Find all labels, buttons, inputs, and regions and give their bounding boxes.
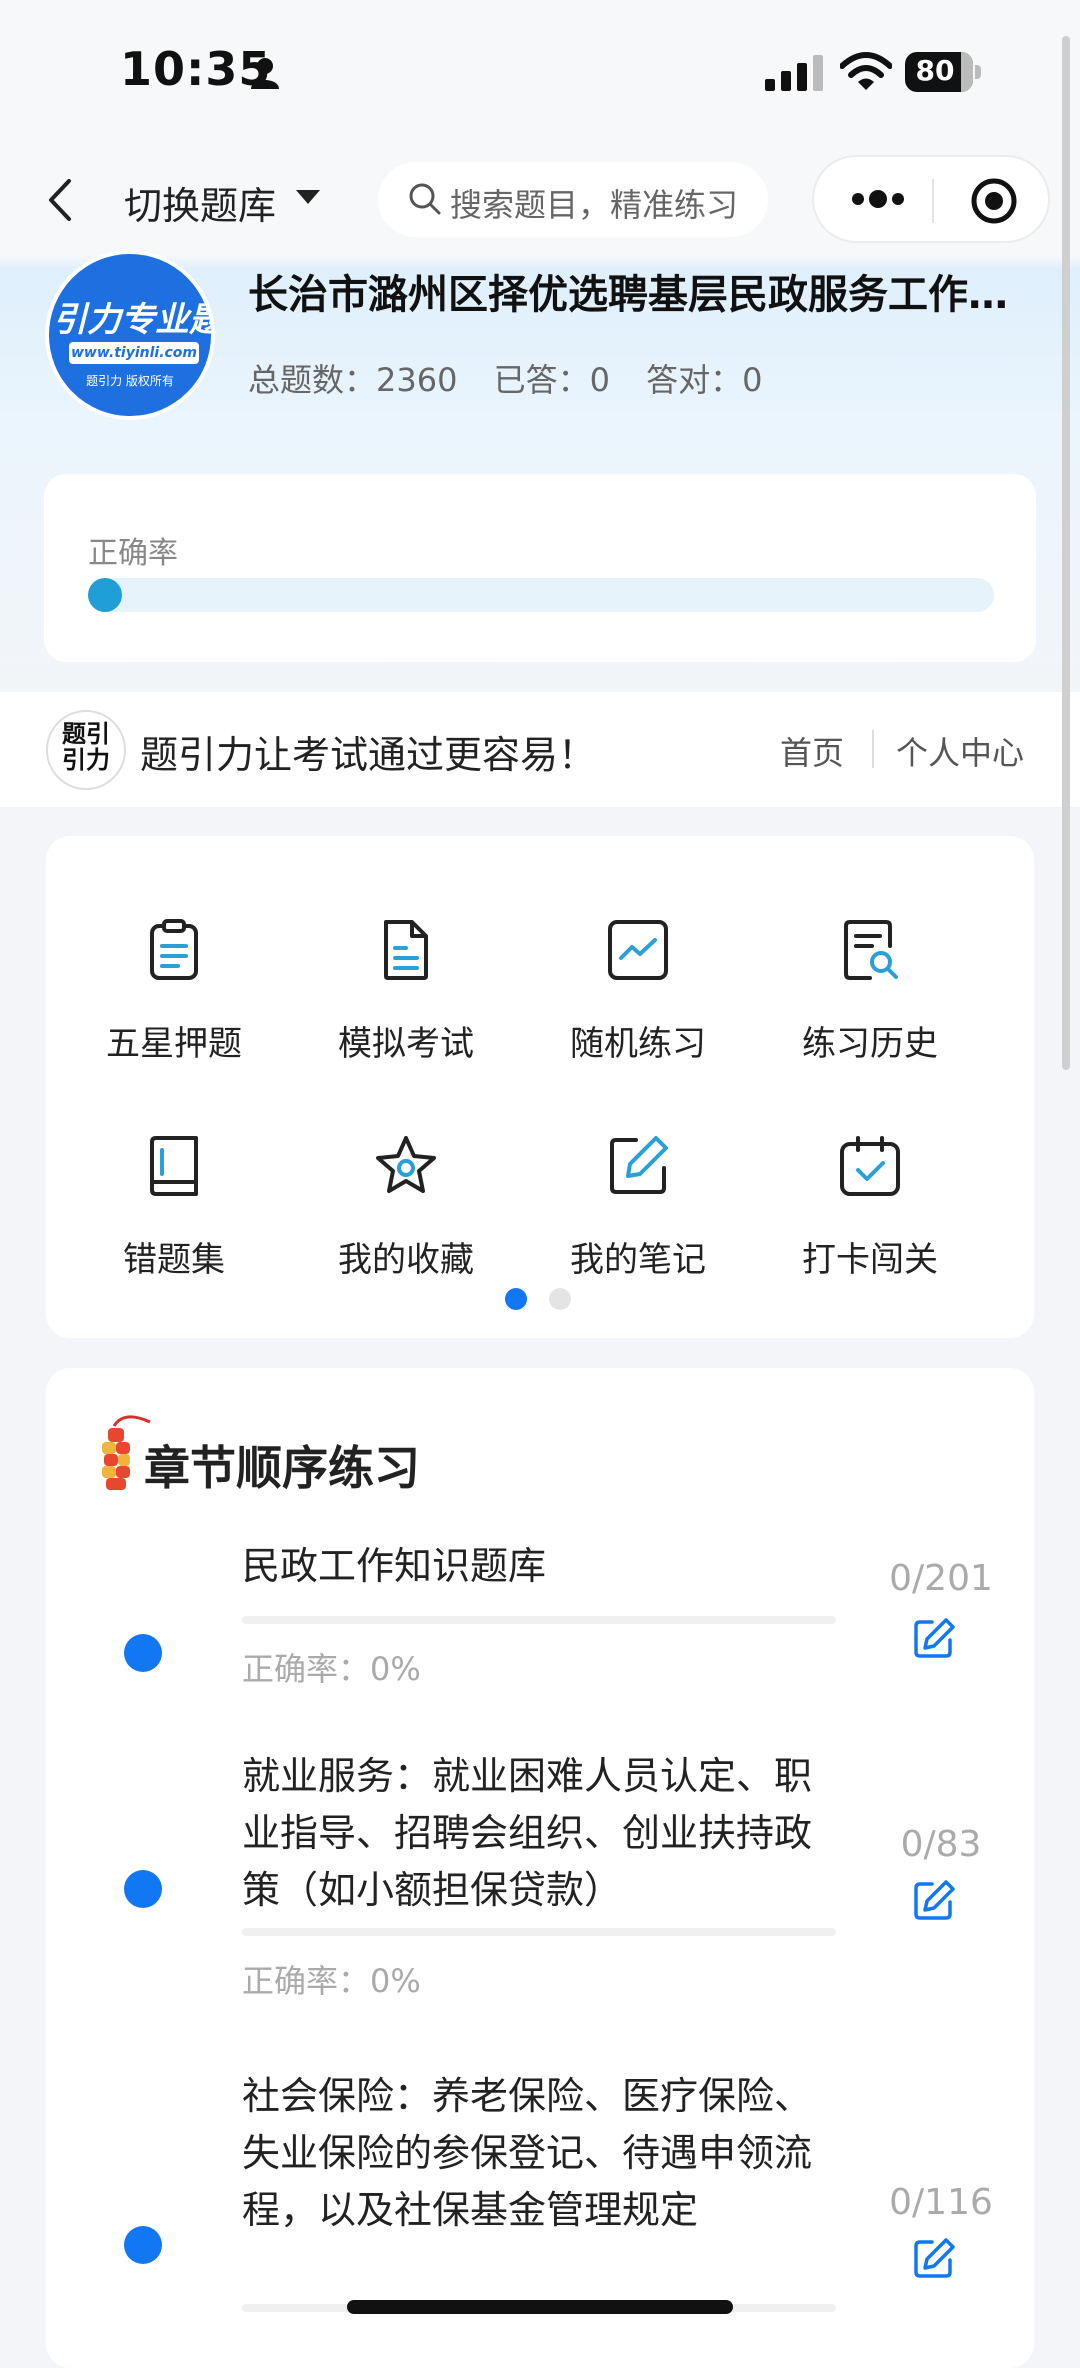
feature-wrong-set[interactable]: 错题集 <box>54 1072 294 1280</box>
chapter-item[interactable]: 就业服务：就业困难人员认定、职业指导、招聘会组织、创业扶持政策（如小额担保贷款）… <box>46 1748 1034 2048</box>
chapter-bullet <box>124 2226 162 2264</box>
feature-label: 我的收藏 <box>338 1240 474 1280</box>
clipboard-icon <box>150 919 198 980</box>
library-stats: 总题数：2360 已答：0 答对：0 <box>248 355 789 401</box>
chapter-rate: 正确率：0% <box>242 1962 421 2000</box>
book-icon <box>150 1136 198 1196</box>
caret-down-icon[interactable] <box>294 188 322 206</box>
brand-logo-line2: 引力 <box>62 746 110 774</box>
feature-label: 五星押题 <box>106 1024 242 1064</box>
history-search-icon <box>844 920 898 980</box>
library-title: 长治市潞州区择优选聘基层民政服务工作者考试题库 <box>248 272 1028 318</box>
chapter-item[interactable]: 社会保险：养老保险、医疗保险、失业保险的参保登记、待遇申领流程，以及社保基金管理… <box>46 2068 1034 2368</box>
chapter-name: 社会保险：养老保险、医疗保险、失业保险的参保登记、待遇申领流程，以及社保基金管理… <box>242 2074 813 2232</box>
stat-total: 总题数：2360 <box>248 361 458 399</box>
chapter-name: 就业服务：就业困难人员认定、职业指导、招聘会组织、创业扶持政策（如小额担保贷款） <box>242 1754 813 1912</box>
nav-bar: 切换题库 搜索题目，精准练习 <box>0 150 1080 260</box>
chapter-rate: 正确率：0% <box>242 1650 421 1688</box>
stat-correct: 答对：0 <box>646 361 763 399</box>
chapter-item[interactable]: 民政工作知识题库 正确率：0% 0/201 <box>46 1538 1034 1738</box>
capsule-divider <box>932 179 934 223</box>
home-indicator[interactable] <box>347 2300 733 2314</box>
edit-icon[interactable] <box>912 1878 956 1922</box>
feature-label: 随机练习 <box>570 1024 706 1064</box>
search-icon <box>409 183 441 215</box>
feature-label: 我的笔记 <box>570 1240 706 1280</box>
wifi-icon <box>840 52 892 90</box>
edit-icon[interactable] <box>912 1616 956 1660</box>
home-link[interactable]: 首页 <box>780 728 844 774</box>
page-dot-active[interactable] <box>505 1288 527 1310</box>
edit-icon[interactable] <box>912 2236 956 2280</box>
feature-notes[interactable]: 我的笔记 <box>518 1072 758 1280</box>
more-icon[interactable] <box>850 187 906 211</box>
chart-icon <box>608 920 668 980</box>
back-icon[interactable] <box>45 175 75 225</box>
search-placeholder: 搜索题目，精准练习 <box>450 186 739 224</box>
feature-history[interactable]: 练习历史 <box>750 856 990 1064</box>
slogan: 题引力让考试通过更容易！ <box>140 733 597 777</box>
person-icon <box>251 58 279 89</box>
status-time: 10:35 <box>120 42 272 96</box>
accuracy-label: 正确率 <box>88 536 178 571</box>
document-icon <box>384 920 428 980</box>
accuracy-progress-fill <box>88 578 122 612</box>
chapter-name: 民政工作知识题库 <box>242 1544 547 1588</box>
user-center-link[interactable]: 个人中心 <box>896 728 1024 774</box>
search-input[interactable]: 搜索题目，精准练习 <box>378 162 768 237</box>
battery-indicator: 80 <box>905 52 983 92</box>
accuracy-card: 正确率 <box>44 474 1036 662</box>
brand-logo: 题引 引力 <box>46 710 126 790</box>
link-divider <box>872 730 874 768</box>
feature-random-practice[interactable]: 随机练习 <box>518 856 758 1064</box>
miniprogram-capsule <box>812 155 1050 243</box>
chapter-count: 0/83 <box>900 1824 982 1865</box>
page-dot[interactable] <box>549 1288 571 1310</box>
switch-library-button[interactable]: 切换题库 <box>124 175 276 230</box>
chapter-bullet <box>124 1634 162 1672</box>
promo-banner: 题引 引力 题引力让考试通过更容易！ 首页 个人中心 <box>0 692 1080 807</box>
feature-grid: 五星押题 模拟考试 随机练习 练习历史 错题集 我的收藏 我的笔记 打卡闯关 <box>46 836 1034 1338</box>
chapter-progress-bar <box>242 1928 836 1936</box>
feature-label: 模拟考试 <box>338 1024 474 1064</box>
calendar-check-icon <box>840 1136 900 1196</box>
chapter-section-title: 章节顺序练习 <box>144 1441 420 1495</box>
feature-mock-exam[interactable]: 模拟考试 <box>286 856 526 1064</box>
chapter-practice-card: 章节顺序练习 民政工作知识题库 正确率：0% 0/201 就业服务：就业困难人员… <box>46 1368 1034 2368</box>
feature-label: 错题集 <box>123 1240 225 1280</box>
logo-copyright: 题引力 版权所有 <box>86 374 174 388</box>
logo-main-text: 引力专业题 <box>53 300 215 340</box>
feature-label: 打卡闯关 <box>802 1240 938 1280</box>
feature-checkin[interactable]: 打卡闯关 <box>750 1072 990 1280</box>
feature-favorites[interactable]: 我的收藏 <box>286 1072 526 1280</box>
accuracy-progress-bar <box>88 578 994 612</box>
close-target-icon[interactable] <box>970 177 1018 225</box>
feature-five-star[interactable]: 五星押题 <box>54 856 294 1064</box>
logo-url: www.tiyinli.com <box>69 342 199 364</box>
library-logo: 引力专业题 www.tiyinli.com 题引力 版权所有 <box>45 250 215 420</box>
chapter-count: 0/116 <box>889 2182 993 2223</box>
note-edit-icon <box>610 1136 668 1194</box>
chapter-count: 0/201 <box>889 1558 993 1599</box>
chapter-progress-bar <box>242 1616 836 1624</box>
star-icon <box>376 1136 436 1193</box>
scrollbar[interactable] <box>1062 36 1070 1070</box>
stat-answered: 已答：0 <box>493 361 610 399</box>
feature-label: 练习历史 <box>802 1024 938 1064</box>
brand-logo-line1: 题引 <box>62 720 110 748</box>
chapter-bullet <box>124 1870 162 1908</box>
battery-level: 80 <box>915 54 955 87</box>
status-bar: 10:35 80 <box>0 0 1080 150</box>
signal-icon <box>765 55 823 91</box>
